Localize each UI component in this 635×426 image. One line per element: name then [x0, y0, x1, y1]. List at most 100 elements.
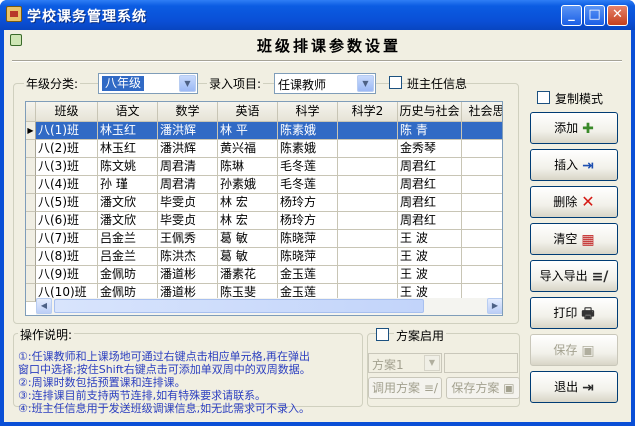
table-cell[interactable]: 葛 敏 — [218, 248, 278, 266]
table-cell[interactable]: 毛冬莲 — [278, 176, 338, 194]
table-cell[interactable]: 陈文姚 — [98, 158, 158, 176]
table-cell[interactable] — [462, 230, 502, 248]
table-cell[interactable]: 吕金兰 — [98, 230, 158, 248]
scroll-right-icon[interactable]: ▶ — [487, 298, 502, 314]
table-cell[interactable]: 周君红 — [398, 158, 462, 176]
maximize-button[interactable]: □ — [584, 5, 605, 26]
table-cell[interactable] — [462, 176, 502, 194]
table-cell[interactable] — [338, 230, 398, 248]
table-cell[interactable] — [462, 140, 502, 158]
table-cell[interactable] — [462, 194, 502, 212]
lock-icon[interactable] — [10, 34, 22, 46]
entry-select[interactable]: 任课教师 ▼ — [274, 73, 376, 94]
table-cell[interactable] — [338, 248, 398, 266]
table-cell[interactable]: 王佩秀 — [158, 230, 218, 248]
table-cell[interactable] — [338, 122, 398, 140]
table-row[interactable]: 八(5)班 潘文欣 毕雯贞林 宏杨玲方 周君红 — [26, 194, 502, 212]
table-row[interactable]: ▶ 八(1)班 林玉红 潘洪辉林 平陈素娥 陈 青 — [26, 122, 502, 140]
horizontal-scroll-thumb[interactable] — [54, 299, 424, 313]
table-cell[interactable]: 八(5)班 — [36, 194, 98, 212]
table-cell[interactable]: 八(1)班 — [36, 122, 98, 140]
import-export-button[interactable]: 导入导出 ≡/ — [530, 260, 618, 292]
table-cell[interactable]: 潘洪辉 — [158, 140, 218, 158]
table-row[interactable]: 八(3)班 陈文姚 周君清 陈琳 毛冬莲 周君红 — [26, 158, 502, 176]
chevron-down-icon[interactable]: ▼ — [357, 75, 374, 92]
table-cell[interactable]: 王 波 — [398, 266, 462, 284]
table-row[interactable]: 八(2)班 林玉红 潘洪辉 黄兴福 陈素娥 金秀琴 — [26, 140, 502, 158]
table-cell[interactable] — [462, 248, 502, 266]
grade-select[interactable]: 八年级 ▼ — [98, 73, 198, 94]
add-button[interactable]: 添加 ✚ — [530, 112, 618, 144]
column-header[interactable]: 英语 — [218, 102, 278, 122]
table-cell[interactable]: 林 宏 — [218, 194, 278, 212]
column-header[interactable]: 科学2 — [338, 102, 398, 122]
table-cell[interactable]: 陈素娥 — [278, 140, 338, 158]
table-cell[interactable]: 周君清 — [158, 176, 218, 194]
table-cell[interactable]: 潘洪辉 — [158, 122, 218, 140]
table-cell[interactable]: 潘素花 — [218, 266, 278, 284]
table-cell[interactable]: 金秀琴 — [398, 140, 462, 158]
table-cell[interactable]: 毕雯贞 — [158, 194, 218, 212]
chevron-down-icon[interactable]: ▼ — [424, 355, 440, 371]
table-cell[interactable]: 周君红 — [398, 194, 462, 212]
table-cell[interactable]: 八(3)班 — [36, 158, 98, 176]
title-bar[interactable]: 学校课务管理系统 _ □ ✕ — [0, 0, 635, 30]
table-cell[interactable] — [338, 176, 398, 194]
horizontal-scrollbar[interactable]: ◀ ▶ — [36, 298, 502, 315]
table-cell[interactable]: 毛冬莲 — [278, 158, 338, 176]
table-cell[interactable] — [462, 212, 502, 230]
plan-select[interactable]: 方案1 ▼ — [368, 353, 442, 373]
table-cell[interactable] — [462, 122, 502, 140]
table-cell[interactable] — [338, 140, 398, 158]
table-cell[interactable]: 金佩昉 — [98, 266, 158, 284]
insert-button[interactable]: 插入 ⇥ — [530, 149, 618, 181]
column-header[interactable]: 班级 — [36, 102, 98, 122]
table-cell[interactable] — [338, 212, 398, 230]
table-cell[interactable] — [338, 266, 398, 284]
table-cell[interactable]: 陈洪杰 — [158, 248, 218, 266]
table-cell[interactable]: 陈琳 — [218, 158, 278, 176]
table-row[interactable]: 八(8)班 吕金兰 陈洪杰葛 敏陈晓萍 王 波 — [26, 248, 502, 266]
table-cell[interactable]: 潘文欣 — [98, 194, 158, 212]
column-header[interactable]: 科学 — [278, 102, 338, 122]
table-cell[interactable]: 周君清 — [158, 158, 218, 176]
table-cell[interactable]: 潘文欣 — [98, 212, 158, 230]
table-cell[interactable] — [338, 194, 398, 212]
exit-button[interactable]: 退出 ⇥ — [530, 371, 618, 403]
table-cell[interactable]: 杨玲方 — [278, 212, 338, 230]
table-cell[interactable] — [338, 158, 398, 176]
column-header[interactable]: 数学 — [158, 102, 218, 122]
plan-name-field[interactable] — [444, 353, 518, 373]
head-teacher-checkbox[interactable] — [389, 76, 402, 89]
table-cell[interactable]: 孙 瑾 — [98, 176, 158, 194]
table-row[interactable]: 八(6)班 潘文欣 毕雯贞林 宏杨玲方 周君红 — [26, 212, 502, 230]
table-cell[interactable]: 孙素娥 — [218, 176, 278, 194]
column-header[interactable]: 语文 — [98, 102, 158, 122]
table-cell[interactable]: 葛 敏 — [218, 230, 278, 248]
table-cell[interactable]: 林 宏 — [218, 212, 278, 230]
table-cell[interactable]: 杨玲方 — [278, 194, 338, 212]
chevron-down-icon[interactable]: ▼ — [179, 75, 196, 92]
scroll-left-icon[interactable]: ◀ — [36, 298, 52, 314]
table-cell[interactable]: 陈素娥 — [278, 122, 338, 140]
print-button[interactable]: 打印 🖶 — [530, 297, 618, 329]
table-cell[interactable]: 金玉莲 — [278, 266, 338, 284]
table-cell[interactable]: 黄兴福 — [218, 140, 278, 158]
table-cell[interactable]: 潘道彬 — [158, 266, 218, 284]
save-button[interactable]: 保存 ▣ — [530, 334, 618, 366]
delete-button[interactable]: 删除 ✕ — [530, 186, 618, 218]
table-row[interactable]: 八(4)班孙 瑾周君清 孙素娥 毛冬莲 周君红 — [26, 176, 502, 194]
table-cell[interactable]: 陈 青 — [398, 122, 462, 140]
column-header[interactable]: 历史与社会 — [398, 102, 462, 122]
table-cell[interactable]: 八(6)班 — [36, 212, 98, 230]
table-cell[interactable]: 周君红 — [398, 176, 462, 194]
use-plan-button[interactable]: 调用方案 ≡/ — [368, 377, 442, 399]
table-cell[interactable]: 八(9)班 — [36, 266, 98, 284]
table-cell[interactable]: 王 波 — [398, 230, 462, 248]
table-cell[interactable]: 陈晓萍 — [278, 230, 338, 248]
save-plan-button[interactable]: 保存方案 ▣ — [446, 377, 520, 399]
table-cell[interactable]: 毕雯贞 — [158, 212, 218, 230]
table-cell[interactable] — [462, 158, 502, 176]
table-row[interactable]: 八(9)班 金佩昉 潘道彬 潘素花 金玉莲 王 波 — [26, 266, 502, 284]
minimize-button[interactable]: _ — [561, 5, 582, 26]
